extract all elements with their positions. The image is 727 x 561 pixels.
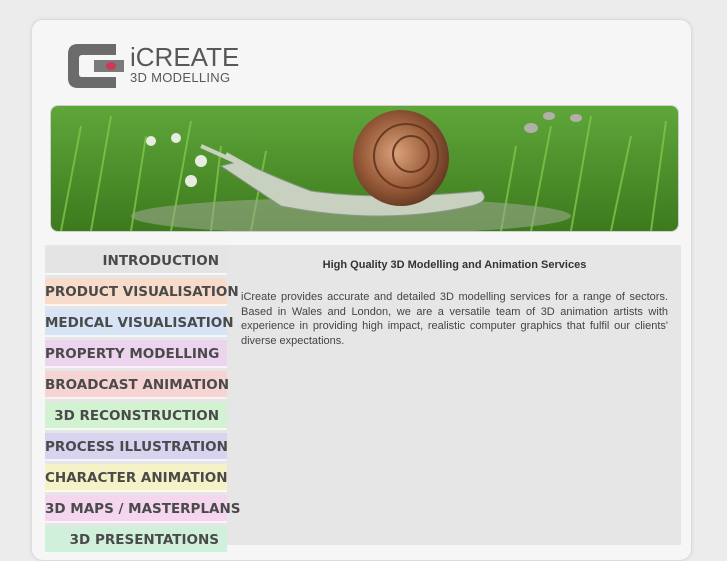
- nav-item-medical-visualisation[interactable]: MEDICAL VISUALISATION: [45, 309, 234, 337]
- page-heading: High Quality 3D Modelling and Animation …: [322, 259, 587, 271]
- main-navigation: INTRODUCTION PRODUCT VISUALISATION MEDIC…: [45, 247, 241, 557]
- brand-subtitle: 3D MODELLING: [130, 70, 231, 85]
- brand-title: iCREATE: [130, 42, 240, 72]
- nav-item-3d-presentations[interactable]: 3D PRESENTATIONS: [45, 526, 227, 554]
- hero-banner: [50, 105, 679, 232]
- nav-item-broadcast-animation[interactable]: BROADCAST ANIMATION: [45, 371, 229, 399]
- nav-item-product-visualisation[interactable]: PRODUCT VISUALISATION: [45, 278, 239, 306]
- nav-item-property-modelling[interactable]: PROPERTY MODELLING: [45, 340, 227, 368]
- nav-item-process-illustration[interactable]: PROCESS ILLUSTRATION: [45, 433, 228, 461]
- brand-text: iCREATE 3D MODELLING: [130, 44, 239, 85]
- snail-illustration: [51, 106, 678, 231]
- intro-paragraph: iCreate provides accurate and detailed 3…: [241, 291, 668, 347]
- nav-item-introduction[interactable]: INTRODUCTION: [45, 247, 227, 275]
- nav-item-character-animation[interactable]: CHARACTER ANIMATION: [45, 464, 228, 492]
- nav-item-3d-reconstruction[interactable]: 3D RECONSTRUCTION: [45, 402, 227, 430]
- nav-item-3d-maps-masterplans[interactable]: 3D MAPS / MASTERPLANS: [45, 495, 241, 523]
